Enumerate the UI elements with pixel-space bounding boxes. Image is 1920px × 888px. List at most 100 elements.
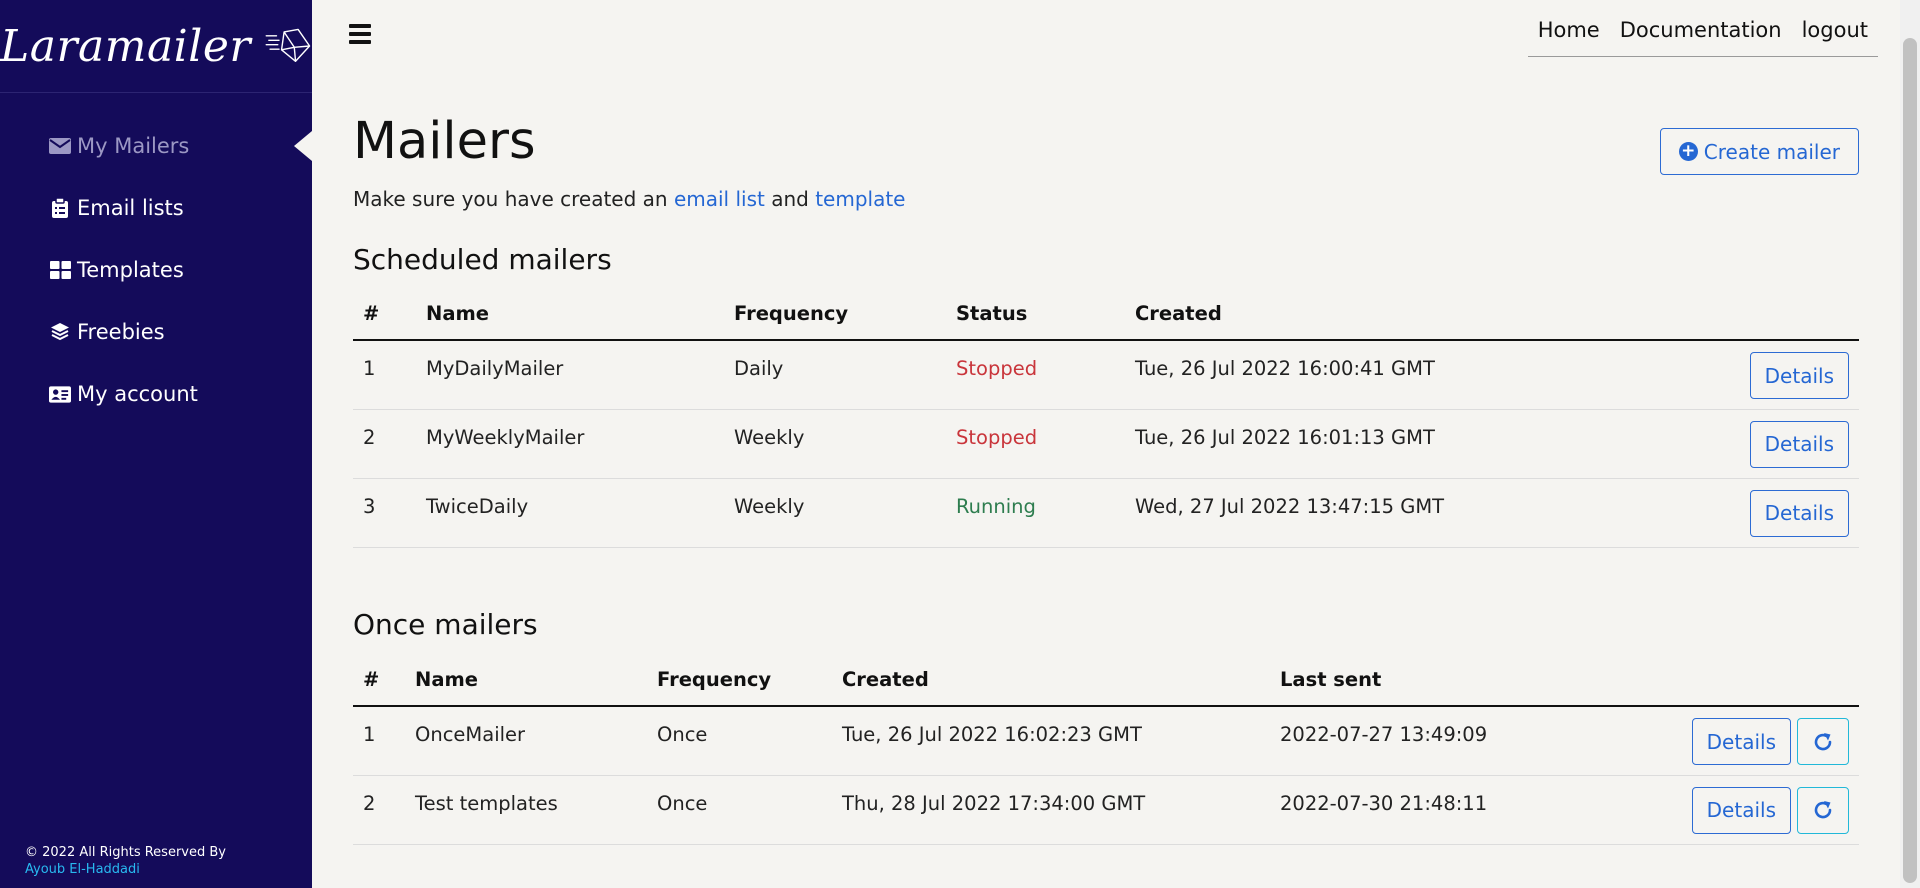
- page-title: Mailers: [353, 112, 536, 171]
- sidebar-item-my-mailers[interactable]: My Mailers: [0, 115, 312, 177]
- table-header-row: # Name Frequency Created Last sent: [353, 654, 1859, 707]
- table-row: 3 TwiceDaily Weekly Running Wed, 27 Jul …: [353, 478, 1859, 548]
- mailer-frequency: Weekly: [724, 409, 946, 479]
- brand-logo-text: Laramailer: [0, 20, 251, 72]
- created-date: Thu, 28 Jul 2022 17:34:00 GMT: [832, 775, 1270, 845]
- table-row: 1 MyDailyMailer Daily Stopped Tue, 26 Ju…: [353, 340, 1859, 410]
- row-actions: Details: [1670, 775, 1859, 845]
- sidebar-item-templates[interactable]: Templates: [0, 239, 312, 301]
- mailer-frequency: Once: [647, 775, 832, 845]
- once-mailers-title: Once mailers: [353, 608, 538, 641]
- col-header-created: Created: [1125, 288, 1575, 341]
- resend-button[interactable]: [1797, 786, 1849, 834]
- envelope-logo-icon: [265, 28, 311, 62]
- status-badge: Running: [946, 478, 1125, 548]
- status-badge: Stopped: [946, 340, 1125, 410]
- scheduled-mailers-title: Scheduled mailers: [353, 243, 612, 276]
- create-mailer-label: Create mailer: [1703, 139, 1840, 164]
- col-header-status: Status: [946, 288, 1125, 341]
- row-num: 3: [353, 478, 416, 548]
- sidebar-footer: © 2022 All Rights Reserved By Ayoub El-H…: [25, 844, 226, 878]
- once-mailers-table: # Name Frequency Created Last sent 1 Onc…: [353, 654, 1859, 845]
- col-header-last-sent: Last sent: [1270, 654, 1670, 707]
- sidebar-item-email-lists[interactable]: Email lists: [0, 177, 312, 239]
- col-header-name: Name: [416, 288, 724, 341]
- scheduled-mailers-table: # Name Frequency Status Created 1 MyDail…: [353, 288, 1859, 548]
- mailer-name: OnceMailer: [405, 706, 647, 776]
- nav-documentation-link[interactable]: Documentation: [1620, 18, 1782, 42]
- created-date: Tue, 26 Jul 2022 16:01:13 GMT: [1125, 409, 1575, 479]
- mailer-name: MyWeeklyMailer: [416, 409, 724, 479]
- hint-text: Make sure you have created an email list…: [353, 187, 906, 211]
- sidebar-item-label: Email lists: [77, 196, 184, 220]
- active-indicator: [294, 131, 312, 161]
- sidebar-item-label: Templates: [77, 258, 184, 282]
- create-mailer-button[interactable]: + Create mailer: [1659, 128, 1859, 175]
- mailer-frequency: Daily: [724, 340, 946, 410]
- table-row: 1 OnceMailer Once Tue, 26 Jul 2022 16:02…: [353, 706, 1859, 776]
- col-header-num: #: [353, 654, 405, 707]
- sidebar-item-label: My account: [77, 382, 198, 406]
- details-button[interactable]: Details: [1749, 489, 1849, 537]
- created-date: Tue, 26 Jul 2022 16:02:23 GMT: [832, 706, 1270, 776]
- resend-button[interactable]: [1797, 718, 1849, 765]
- layers-icon: [49, 322, 71, 342]
- mailer-name: TwiceDaily: [416, 478, 724, 548]
- clipboard-icon: [49, 198, 71, 218]
- created-date: Wed, 27 Jul 2022 13:47:15 GMT: [1125, 478, 1575, 548]
- envelope-icon: [49, 136, 71, 156]
- table-row: 2 Test templates Once Thu, 28 Jul 2022 1…: [353, 775, 1859, 845]
- row-num: 1: [353, 706, 405, 776]
- col-header-frequency: Frequency: [647, 654, 832, 707]
- sidebar: Laramailer My Mailers Email lists Templa…: [0, 0, 312, 888]
- sidebar-item-freebies[interactable]: Freebies: [0, 301, 312, 363]
- brand[interactable]: Laramailer: [0, 0, 312, 93]
- col-header-frequency: Frequency: [724, 288, 946, 341]
- mailer-name: MyDailyMailer: [416, 340, 724, 410]
- created-date: Tue, 26 Jul 2022 16:00:41 GMT: [1125, 340, 1575, 410]
- last-sent-date: 2022-07-30 21:48:11: [1270, 775, 1670, 845]
- col-header-created: Created: [832, 654, 1270, 707]
- plus-circle-icon: +: [1678, 142, 1698, 161]
- sidebar-item-label: My Mailers: [77, 134, 190, 158]
- id-card-icon: [49, 384, 71, 404]
- vertical-scrollbar[interactable]: [1900, 0, 1920, 888]
- copyright-text: © 2022 All Rights Reserved By: [25, 845, 226, 860]
- col-header-actions: [1670, 654, 1859, 707]
- grid-icon: [49, 260, 71, 280]
- col-header-actions: [1575, 288, 1859, 341]
- top-nav: Home Documentation logout: [1527, 18, 1878, 57]
- details-button[interactable]: Details: [1749, 420, 1849, 468]
- table-row: 2 MyWeeklyMailer Weekly Stopped Tue, 26 …: [353, 409, 1859, 479]
- row-actions: Details: [1670, 706, 1859, 776]
- row-num: 2: [353, 409, 416, 479]
- table-header-row: # Name Frequency Status Created: [353, 288, 1859, 341]
- row-actions: Details: [1575, 409, 1859, 479]
- sidebar-item-my-account[interactable]: My account: [0, 363, 312, 425]
- refresh-icon: [1814, 801, 1832, 819]
- last-sent-date: 2022-07-27 13:49:09: [1270, 706, 1670, 776]
- author-link[interactable]: Ayoub El-Haddadi: [25, 861, 226, 878]
- row-num: 2: [353, 775, 405, 845]
- details-button[interactable]: Details: [1691, 786, 1791, 834]
- row-actions: Details: [1575, 478, 1859, 548]
- status-badge: Stopped: [946, 409, 1125, 479]
- row-actions: Details: [1575, 340, 1859, 410]
- mailer-frequency: Once: [647, 706, 832, 776]
- refresh-icon: [1814, 732, 1832, 750]
- mailer-frequency: Weekly: [724, 478, 946, 548]
- col-header-name: Name: [405, 654, 647, 707]
- nav-logout-link[interactable]: logout: [1802, 18, 1868, 42]
- details-button[interactable]: Details: [1691, 718, 1791, 765]
- sidebar-item-label: Freebies: [77, 320, 165, 344]
- hamburger-menu-icon[interactable]: [349, 24, 371, 44]
- sidebar-nav: My Mailers Email lists Templates Freebie…: [0, 115, 312, 425]
- mailer-name: Test templates: [405, 775, 647, 845]
- details-button[interactable]: Details: [1749, 352, 1849, 399]
- nav-home-link[interactable]: Home: [1538, 18, 1600, 42]
- template-link[interactable]: template: [815, 187, 905, 211]
- row-num: 1: [353, 340, 416, 410]
- col-header-num: #: [353, 288, 416, 341]
- email-list-link[interactable]: email list: [674, 187, 765, 211]
- scrollbar-thumb[interactable]: [1903, 38, 1917, 883]
